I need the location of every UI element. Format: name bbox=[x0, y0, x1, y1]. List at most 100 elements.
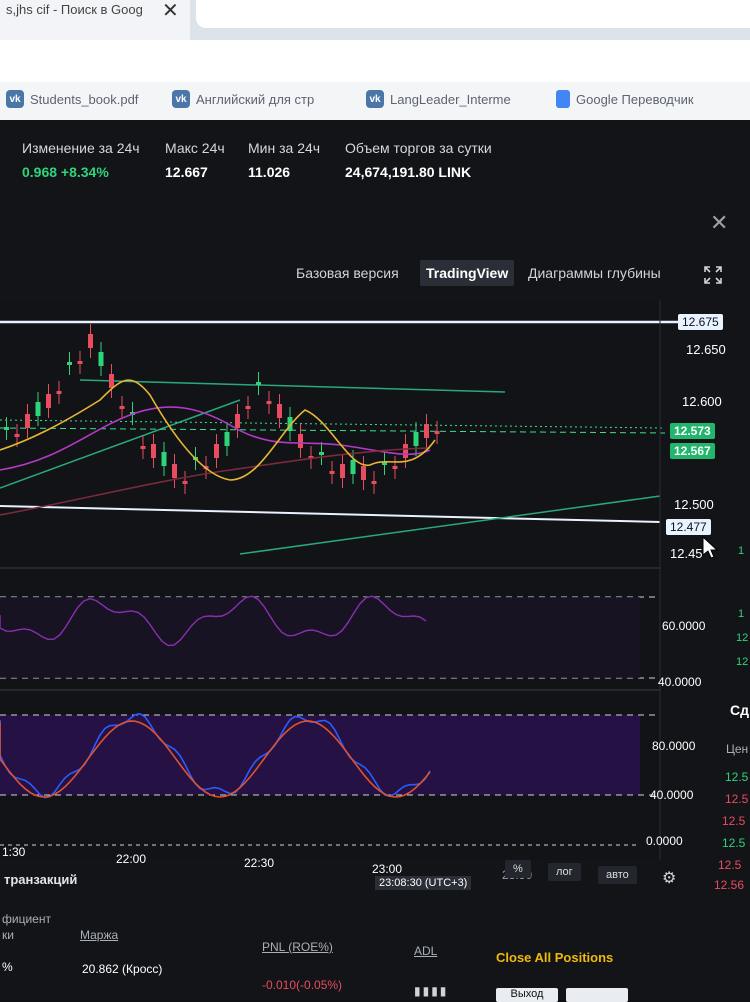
adl-label: ADL bbox=[414, 944, 438, 958]
time-tick: 22:30 bbox=[244, 856, 275, 870]
price-tag-last: 12.573 bbox=[670, 423, 715, 439]
fullscreen-icon[interactable] bbox=[704, 266, 722, 284]
candle-body bbox=[245, 406, 251, 409]
low-value: 11.026 bbox=[248, 164, 291, 180]
orderbook-fragment: 12 bbox=[736, 656, 749, 668]
percent-scale-button[interactable]: % bbox=[505, 860, 531, 878]
orderbook-price: 12.5 bbox=[725, 770, 749, 784]
volume-value: 24,674,191.80 LINK bbox=[345, 164, 472, 180]
price-tick: 12.45 bbox=[670, 546, 703, 561]
bookmark-langleader[interactable]: vk LangLeader_Interme bbox=[366, 90, 511, 108]
tab-depth[interactable]: Диаграммы глубины bbox=[528, 265, 661, 281]
orderbook-fragment: 1 bbox=[738, 608, 745, 620]
candle-body bbox=[46, 394, 51, 408]
stoch-tick: 0.0000 bbox=[646, 834, 683, 848]
tab-basic[interactable]: Базовая версия bbox=[296, 265, 399, 281]
auto-scale-button[interactable]: авто bbox=[598, 866, 637, 884]
time-tick: 1:30 bbox=[2, 845, 26, 859]
candle-body bbox=[277, 404, 282, 418]
candle-body bbox=[298, 434, 303, 448]
candle-body bbox=[172, 464, 177, 478]
orderbook-price: 12.5 bbox=[718, 858, 742, 872]
bookmark-students-book[interactable]: vk Students_book.pdf bbox=[6, 90, 138, 108]
coefficient-label-2: ки bbox=[2, 928, 14, 942]
pnl-label: PNL (ROE%) bbox=[262, 940, 333, 954]
bookmark-google-translate[interactable]: Google Переводчик bbox=[556, 90, 694, 108]
pnl-value: -0.010(-0.05%) bbox=[262, 978, 343, 992]
price-chart[interactable] bbox=[0, 300, 750, 860]
time-tick: 23:00 bbox=[372, 862, 403, 876]
margin-label: Маржа bbox=[80, 928, 119, 942]
candle-body bbox=[235, 414, 240, 428]
candle-body bbox=[434, 431, 440, 434]
candle-body bbox=[98, 352, 104, 366]
percent-value: % bbox=[2, 960, 13, 974]
candle-body bbox=[4, 427, 9, 430]
candle-body bbox=[140, 446, 146, 449]
margin-value: 20.862 (Кросс) bbox=[82, 962, 163, 976]
adl-indicator-icon: ▮▮▮▮ bbox=[414, 984, 449, 998]
candle-body bbox=[35, 402, 41, 416]
candle-body bbox=[329, 471, 335, 474]
orderbook-price: 12.5 bbox=[725, 792, 749, 806]
transactions-label: транзакций bbox=[4, 872, 78, 887]
price-tick: 12.650 bbox=[686, 342, 726, 357]
close-icon[interactable]: ✕ bbox=[162, 0, 179, 23]
candle-body bbox=[109, 374, 114, 388]
high-value: 12.667 bbox=[165, 164, 208, 180]
settings-gear-icon[interactable]: ⚙ bbox=[662, 868, 676, 888]
candle-body bbox=[151, 444, 156, 458]
tab-tradingview[interactable]: TradingView bbox=[420, 260, 515, 286]
candle-body bbox=[77, 361, 83, 364]
candle-body bbox=[319, 452, 324, 455]
low-label: Мин за 24ч bbox=[248, 140, 321, 156]
close-all-positions-button[interactable]: Close All Positions bbox=[496, 950, 613, 965]
candle-body bbox=[266, 401, 272, 404]
orderbook-price-header: Цен bbox=[726, 742, 749, 756]
change-value: 0.968 +8.34% bbox=[22, 164, 109, 180]
bookmark-english[interactable]: vk Английский для стр bbox=[172, 90, 314, 108]
close-icon[interactable]: ✕ bbox=[710, 210, 728, 236]
orderbook-price: 12.5 bbox=[722, 814, 746, 828]
log-scale-button[interactable]: лог bbox=[548, 863, 581, 881]
candle-body bbox=[340, 464, 345, 478]
candle-body bbox=[256, 382, 261, 385]
change-label: Изменение за 24ч bbox=[22, 140, 140, 156]
orderbook-fragment: 1 bbox=[738, 545, 745, 557]
address-bar-area bbox=[0, 40, 750, 82]
browser-tab-inactive[interactable] bbox=[196, 0, 750, 28]
browser-tab[interactable]: s,jhs cif - Поиск в Goog ✕ bbox=[0, 0, 190, 40]
candle-body bbox=[403, 444, 408, 458]
bookmarks-bar: vk Students_book.pdf vk Английский для с… bbox=[0, 82, 750, 121]
price-tick: 12.600 bbox=[682, 394, 722, 409]
orderbook-price: 12.5 bbox=[722, 836, 746, 850]
tab-title: s,jhs cif - Поиск в Goog bbox=[6, 2, 143, 17]
candle-body bbox=[413, 432, 419, 446]
current-time: 23:08:30 (UTC+3) bbox=[375, 876, 472, 890]
time-tick: 22:00 bbox=[116, 852, 147, 866]
candle-body bbox=[67, 362, 72, 365]
candle-body bbox=[224, 432, 230, 446]
candle-body bbox=[88, 334, 93, 348]
orderbook-price: 12.56 bbox=[714, 878, 745, 892]
price-tag-mark: 12.567 bbox=[670, 443, 715, 459]
bookmark-label: Students_book.pdf bbox=[30, 91, 139, 107]
price-tag-top: 12.675 bbox=[678, 314, 723, 330]
coefficient-label: фициент bbox=[2, 912, 51, 926]
candle-body bbox=[361, 466, 366, 480]
bookmark-label: Английский для стр bbox=[196, 91, 315, 107]
vk-icon: vk bbox=[6, 90, 24, 108]
bookmark-label: Google Переводчик bbox=[576, 91, 694, 107]
bookmark-label: LangLeader_Interme bbox=[390, 91, 511, 107]
orderbook-title: Сд bbox=[730, 702, 749, 718]
candle-body bbox=[424, 424, 429, 438]
volume-label: Объем торгов за сутки bbox=[345, 140, 492, 156]
candle-body bbox=[25, 414, 30, 428]
vk-icon: vk bbox=[172, 90, 190, 108]
orderbook-fragment: 12 bbox=[736, 632, 749, 644]
high-label: Макс 24ч bbox=[165, 140, 225, 156]
candle-body bbox=[161, 452, 167, 466]
price-tag-bottom: 12.477 bbox=[666, 519, 711, 535]
candle-body bbox=[119, 406, 125, 409]
candle-body bbox=[56, 391, 62, 394]
